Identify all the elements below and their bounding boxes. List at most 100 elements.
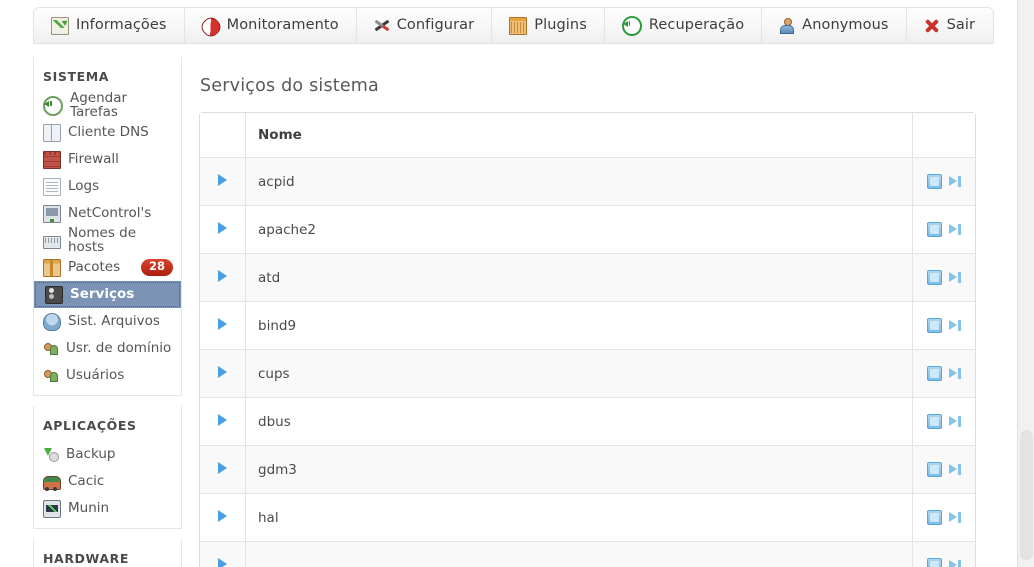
service-actions-cell	[913, 446, 975, 494]
start-icon[interactable]	[218, 317, 227, 330]
start-icon[interactable]	[218, 269, 227, 282]
stop-icon[interactable]	[926, 270, 942, 285]
restart-icon[interactable]	[948, 415, 962, 428]
sidebar-item-label: Logs	[68, 177, 100, 194]
sidebar-section-title: APLICAÇÕES	[43, 418, 137, 433]
table-row: gdm3	[200, 446, 975, 494]
start-icon[interactable]	[218, 221, 227, 234]
sidebar-section-title: SISTEMA	[43, 69, 110, 84]
sidebar-item-firewall[interactable]: Firewall	[34, 146, 181, 173]
sidebar-item-logs[interactable]: Logs	[34, 173, 181, 200]
start-icon[interactable]	[218, 173, 227, 186]
stop-icon[interactable]	[926, 174, 942, 189]
app-window: Informações Monitoramento Configurar Plugin…	[0, 0, 1034, 567]
hosts-icon	[43, 235, 61, 249]
nav-tab-label: Monitoramento	[226, 17, 339, 34]
sidebar-item-backup[interactable]: Backup	[34, 441, 181, 468]
package-icon	[43, 258, 61, 277]
sidebar-item-usu-rios[interactable]: Usuários	[34, 362, 181, 389]
restart-icon[interactable]	[948, 511, 962, 524]
restart-icon[interactable]	[948, 319, 962, 332]
box-icon	[509, 16, 528, 35]
service-name-cell: hal	[246, 494, 913, 542]
service-start-cell[interactable]	[200, 398, 246, 446]
nav-tab-monitoramento[interactable]: Monitoramento	[185, 8, 357, 43]
sidebar-item-servi-os[interactable]: Serviços	[34, 281, 181, 308]
munin-icon	[43, 499, 61, 518]
service-actions-cell	[913, 158, 975, 206]
start-icon[interactable]	[218, 365, 227, 378]
sidebar-item-cliente-dns[interactable]: Cliente DNS	[34, 119, 181, 146]
nav-tab-sair[interactable]: Sair	[907, 8, 992, 43]
nav-tab-label: Plugins	[534, 17, 587, 34]
service-start-cell[interactable]	[200, 494, 246, 542]
sidebar-item-label: NetControl's	[68, 204, 152, 221]
service-name-cell: bind9	[246, 302, 913, 350]
restart-icon[interactable]	[948, 271, 962, 284]
book-icon	[43, 123, 61, 142]
sidebar-section-aplicações: APLICAÇÕES Backup Cacic Munin	[33, 406, 182, 529]
tools-icon	[374, 18, 390, 34]
service-start-cell[interactable]	[200, 254, 246, 302]
brick-icon	[43, 150, 61, 169]
stop-icon[interactable]	[926, 366, 942, 381]
restart-icon[interactable]	[948, 175, 962, 188]
stop-icon[interactable]	[926, 222, 942, 237]
nav-tab-anonymous[interactable]: Anonymous	[762, 8, 907, 43]
stop-icon[interactable]	[926, 558, 942, 567]
service-name-cell: atd	[246, 254, 913, 302]
x-mark-icon	[924, 18, 940, 34]
table-row: bind9	[200, 302, 975, 350]
clock-icon	[43, 95, 63, 116]
signal-icon	[45, 285, 63, 304]
start-icon[interactable]	[218, 461, 227, 474]
vertical-scrollbar[interactable]	[1017, 0, 1034, 567]
service-start-cell[interactable]	[200, 350, 246, 398]
stop-icon[interactable]	[926, 414, 942, 429]
service-action-group	[913, 222, 975, 237]
clock-back-icon	[621, 15, 642, 36]
restart-icon[interactable]	[948, 223, 962, 236]
stop-icon[interactable]	[926, 318, 942, 333]
start-icon[interactable]	[218, 557, 227, 567]
service-start-cell[interactable]	[200, 542, 246, 567]
sidebar-item-pacotes[interactable]: Pacotes 28	[34, 254, 181, 281]
service-start-cell[interactable]	[200, 206, 246, 254]
service-name-cell: acpid	[246, 158, 913, 206]
service-start-cell[interactable]	[200, 302, 246, 350]
start-icon[interactable]	[218, 509, 227, 522]
table-row: apache2	[200, 206, 975, 254]
sidebar-item-munin[interactable]: Munin	[34, 495, 181, 522]
users-icon	[43, 341, 59, 357]
restart-icon[interactable]	[948, 559, 962, 567]
services-table: Nome acpid apache2 atd bind9 cups dbus gdm3 hal	[199, 112, 976, 567]
sidebar-item-usr-de-dom-nio[interactable]: Usr. de domínio	[34, 335, 181, 362]
scrollbar-thumb[interactable]	[1020, 430, 1033, 560]
disk-icon	[43, 312, 61, 331]
nav-tab-plugins[interactable]: Plugins	[492, 8, 605, 43]
chart-icon	[51, 16, 69, 35]
stop-icon[interactable]	[926, 510, 942, 525]
start-icon[interactable]	[218, 413, 227, 426]
service-start-cell[interactable]	[200, 446, 246, 494]
sidebar-item-sist-arquivos[interactable]: Sist. Arquivos	[34, 308, 181, 335]
sidebar-item-nomes-de-hosts[interactable]: Nomes de hosts	[34, 226, 181, 254]
sidebar-item-netcontrol-s[interactable]: NetControl's	[34, 200, 181, 227]
column-header-actions	[913, 113, 975, 158]
service-actions-cell	[913, 302, 975, 350]
service-start-cell[interactable]	[200, 158, 246, 206]
nav-tab-recupera-o[interactable]: Recuperação	[605, 8, 763, 43]
sidebar-item-label: Serviços	[70, 285, 135, 302]
sidebar-item-cacic[interactable]: Cacic	[34, 468, 181, 495]
service-name-cell: apache2	[246, 206, 913, 254]
restart-icon[interactable]	[948, 367, 962, 380]
nav-tab-configurar[interactable]: Configurar	[357, 8, 493, 43]
service-action-group	[913, 414, 975, 429]
nav-tab-informa-es[interactable]: Informações	[34, 8, 185, 43]
sidebar-item-agendar-tarefas[interactable]: Agendar Tarefas	[34, 91, 181, 119]
nav-tab-label: Recuperação	[648, 17, 745, 34]
sidebar-section-title: HARDWARE	[43, 551, 130, 566]
restart-icon[interactable]	[948, 463, 962, 476]
stop-icon[interactable]	[926, 462, 942, 477]
person-icon	[779, 17, 795, 34]
